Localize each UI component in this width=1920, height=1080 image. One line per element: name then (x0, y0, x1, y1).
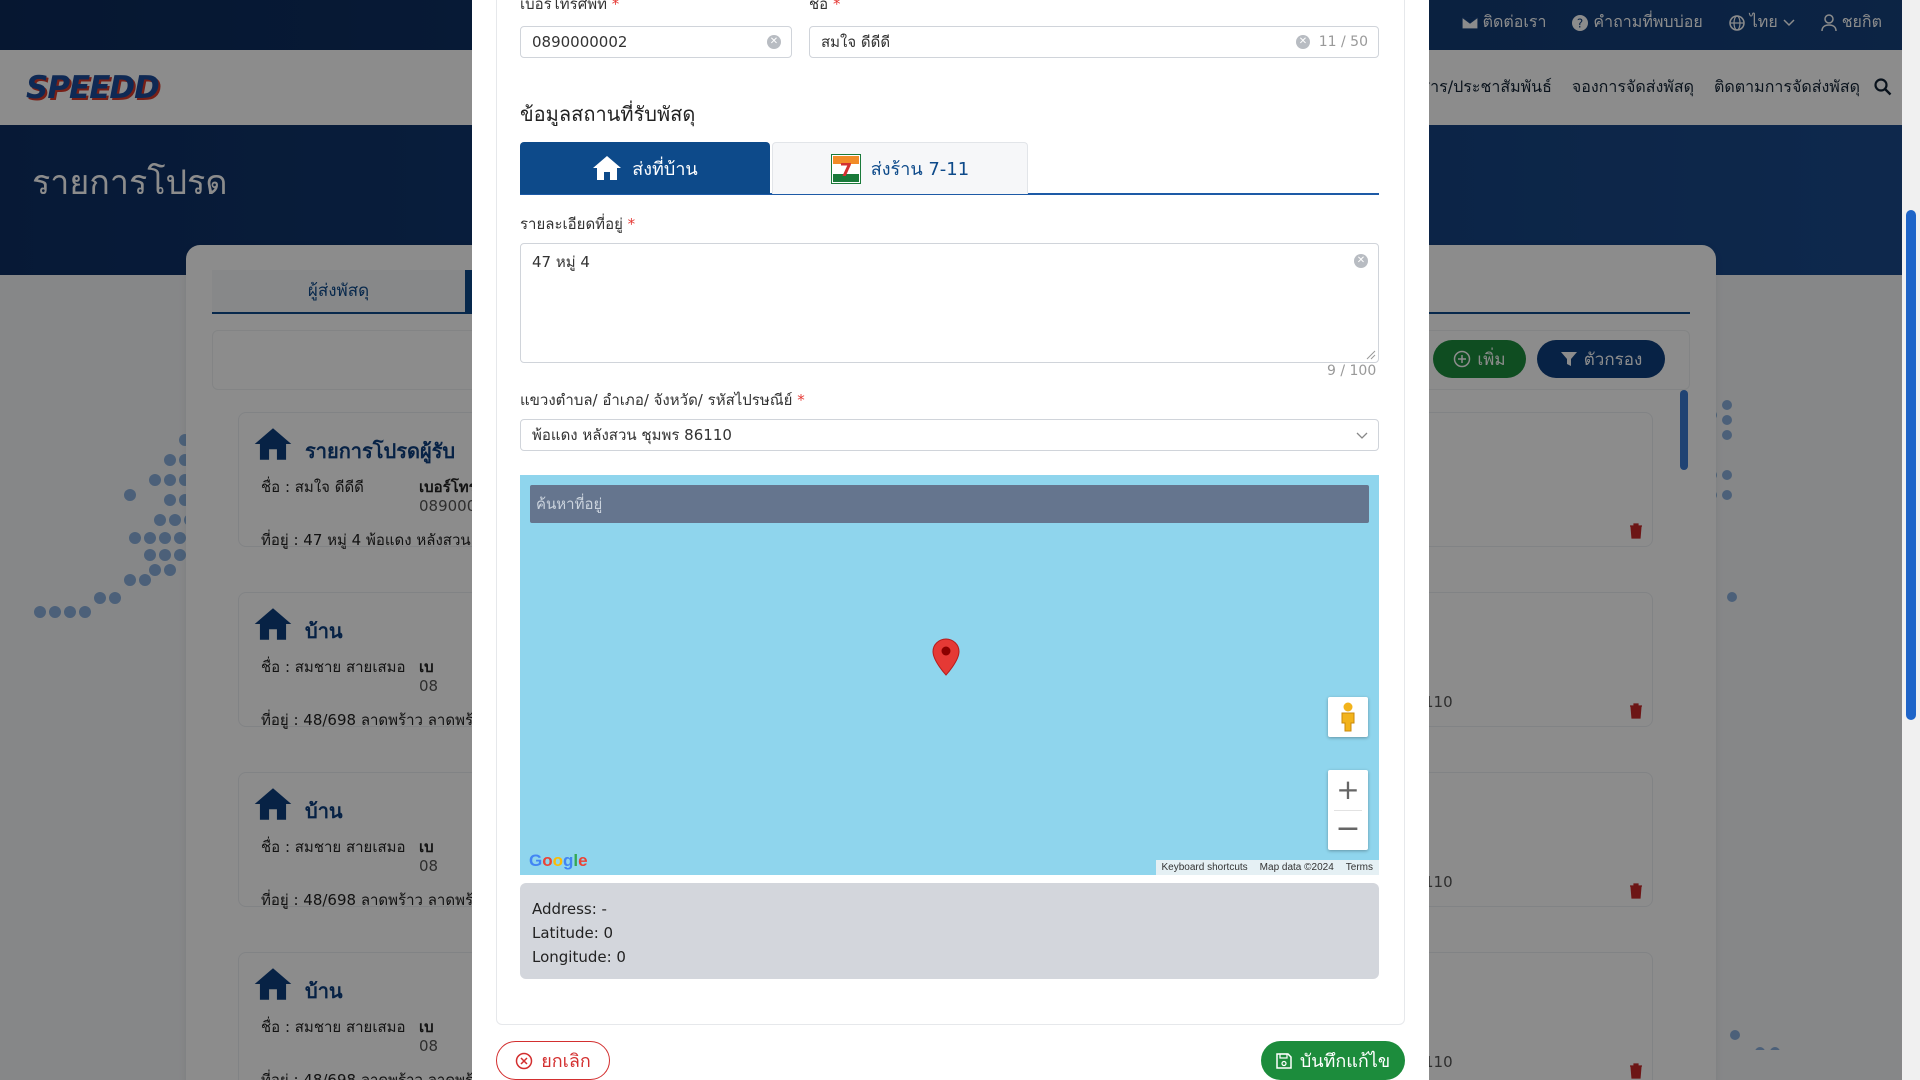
address-counter: 9 / 100 (1327, 363, 1377, 379)
name-label: ชื่อ * (809, 0, 840, 16)
name-value: สมใจ ดีดีดี (821, 33, 891, 51)
tab-home-label: ส่งที่บ้าน (632, 158, 698, 180)
resize-handle-icon[interactable] (1366, 350, 1376, 360)
address-label-text: รายละเอียดที่อยู่ (520, 215, 623, 233)
page-scrollbar-thumb[interactable] (1906, 210, 1916, 720)
delivery-type-tabs: ส่งที่บ้าน 7 ส่งร้าน 7-11 (520, 142, 1379, 195)
phone-label-text: เบอร์โทรศัพท์ (520, 0, 608, 13)
street-view-pegman[interactable] (1328, 697, 1368, 737)
location-info-box: Address: - Latitude: 0 Longitude: 0 (520, 883, 1379, 979)
tab-home-delivery[interactable]: ส่งที่บ้าน (520, 142, 770, 194)
phone-input[interactable]: 0890000002 ✕ (520, 26, 792, 58)
location-map[interactable]: ค้นหาที่อยู่ + − Google Keyboard shortcu… (520, 475, 1379, 875)
edit-recipient-modal: เบอร์โทรศัพท์ * 0890000002 ✕ ชื่อ * สมใจ… (472, 0, 1429, 1080)
map-zoom-control: + − (1328, 770, 1368, 850)
address-value: 47 หมู่ 4 (532, 253, 590, 271)
phone-label: เบอร์โทรศัพท์ * (520, 0, 619, 16)
map-search-input[interactable]: ค้นหาที่อยู่ (530, 485, 1369, 523)
map-marker-icon[interactable] (932, 638, 960, 676)
name-clear-icon[interactable]: ✕ (1296, 35, 1310, 49)
address-clear-icon[interactable]: ✕ (1354, 254, 1368, 268)
seven-eleven-icon: 7 (830, 153, 861, 184)
svg-text:7: 7 (840, 160, 853, 181)
zoom-in-button[interactable]: + (1328, 770, 1368, 810)
address-textarea[interactable]: 47 หมู่ 4 ✕ (520, 243, 1379, 363)
map-attribution: Keyboard shortcuts Map data ©2024 Terms (1155, 860, 1379, 875)
name-label-text: ชื่อ (809, 0, 829, 13)
google-logo[interactable]: Google (529, 851, 588, 871)
map-search-placeholder: ค้นหาที่อยู่ (536, 495, 603, 513)
info-latitude: Latitude: 0 (532, 924, 614, 942)
tab-711-delivery[interactable]: 7 ส่งร้าน 7-11 (772, 142, 1028, 194)
required-marker: * (611, 0, 620, 13)
info-address: Address: - (532, 900, 607, 918)
phone-value: 0890000002 (532, 33, 628, 51)
cancel-button-label: ยกเลิก (541, 1051, 591, 1072)
keyboard-shortcuts-link[interactable]: Keyboard shortcuts (1156, 860, 1254, 875)
save-button[interactable]: บันทึกแก้ไข (1261, 1041, 1405, 1080)
pegman-icon (1341, 702, 1355, 732)
name-counter: 11 / 50 (1318, 34, 1368, 50)
terms-link[interactable]: Terms (1340, 860, 1379, 875)
save-button-label: บันทึกแก้ไข (1299, 1051, 1391, 1072)
required-marker: * (797, 391, 805, 409)
save-icon (1276, 1052, 1292, 1069)
name-input[interactable]: สมใจ ดีดีดี ✕ 11 / 50 (809, 26, 1379, 58)
area-value: พ้อแดง หลังสวน ชุมพร 86110 (532, 426, 732, 444)
required-marker: * (627, 215, 636, 233)
area-label-text: แขวงตำบล/ อำเภอ/ จังหวัด/ รหัสไปรษณีย์ (520, 391, 793, 409)
map-data-text: Map data ©2024 (1259, 862, 1334, 873)
info-longitude: Longitude: 0 (532, 948, 626, 966)
close-circle-icon (515, 1052, 533, 1069)
chevron-down-icon (1356, 432, 1368, 439)
page-scrollbar[interactable] (1902, 0, 1920, 1080)
area-label: แขวงตำบล/ อำเภอ/ จังหวัด/ รหัสไปรษณีย์ * (520, 388, 805, 412)
phone-clear-icon[interactable]: ✕ (767, 35, 781, 49)
home-icon (593, 156, 622, 180)
cancel-button[interactable]: ยกเลิก (496, 1041, 610, 1080)
pickup-section-title: ข้อมูลสถานที่รับพัสดุ (520, 102, 696, 126)
address-label: รายละเอียดที่อยู่ * (520, 212, 635, 236)
tab-711-label: ส่งร้าน 7-11 (870, 159, 970, 180)
zoom-out-button[interactable]: − (1328, 810, 1368, 850)
required-marker: * (832, 0, 841, 13)
area-select[interactable]: พ้อแดง หลังสวน ชุมพร 86110 (520, 419, 1379, 451)
